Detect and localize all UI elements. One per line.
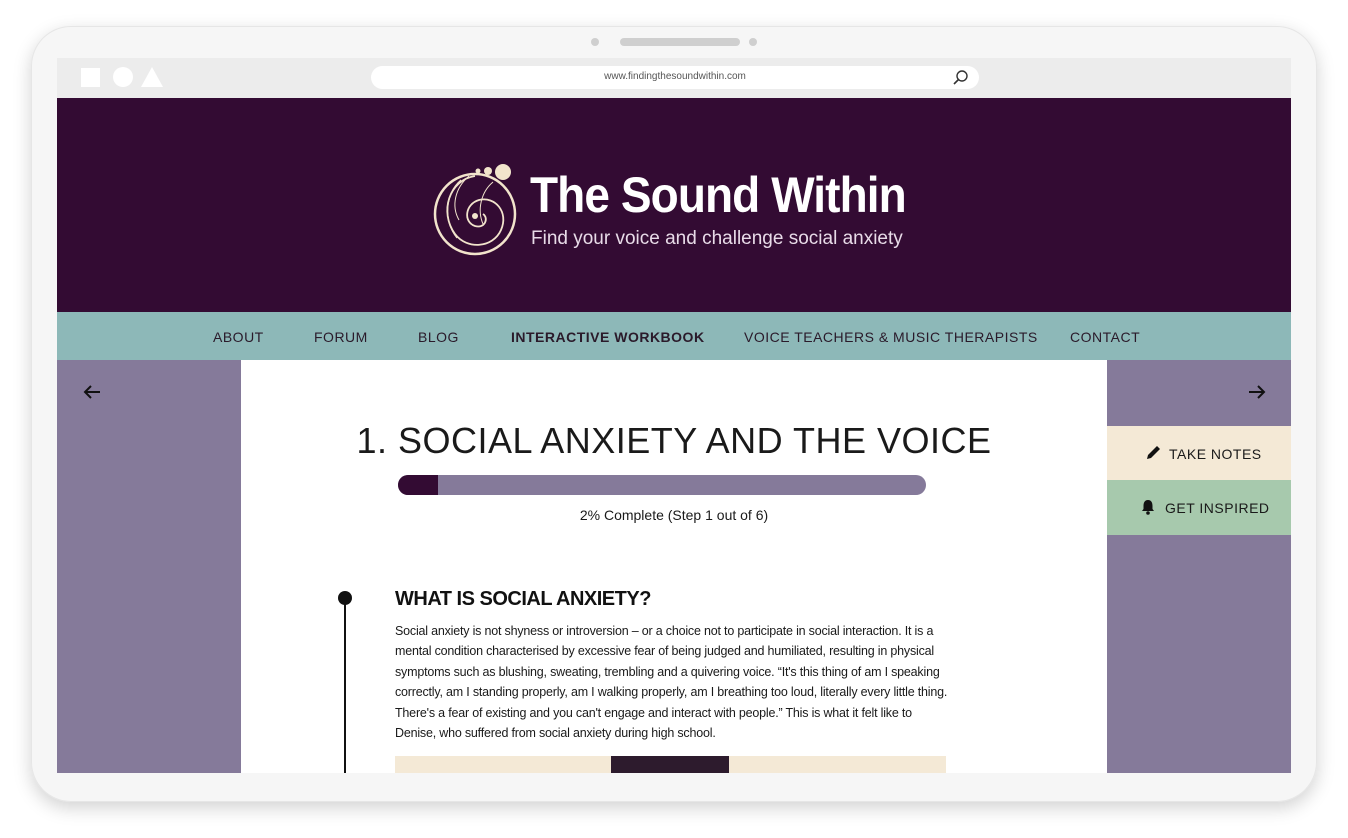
nav-item-voice-teachers[interactable]: VOICE TEACHERS & MUSIC THERAPISTS [744,329,1038,345]
take-notes-label: TAKE NOTES [1169,446,1262,462]
progress-bar-fill [398,475,439,495]
arrow-left-icon[interactable] [81,382,103,402]
circle-shape-icon [113,67,133,87]
nav-item-blog[interactable]: BLOG [418,329,459,345]
media-thumbnail[interactable] [611,756,729,773]
take-notes-button[interactable]: TAKE NOTES [1107,426,1291,481]
progress-text: 2% Complete (Step 1 out of 6) [579,507,769,523]
square-shape-icon [81,68,100,87]
workbook-content: 1. SOCIAL ANXIETY AND THE VOICE 2% Compl… [241,360,1107,773]
timeline-line [344,600,346,773]
sensor-dot [749,38,757,46]
section-body-text: Social anxiety is not shyness or introve… [395,624,948,741]
nav-item-about[interactable]: ABOUT [213,329,264,345]
bell-icon [1142,500,1154,515]
camera-dot [591,38,599,46]
search-icon[interactable] [952,69,969,86]
triangle-shape-icon [141,67,163,87]
speaker-bar [620,38,740,46]
right-sidebar [1107,360,1291,773]
browser-screen: www.findingthesoundwithin.com The Sound … [57,58,1291,773]
main-navigation: ABOUT FORUM BLOG INTERACTIVE WORKBOOK VO… [57,312,1291,360]
left-sidebar [57,360,241,773]
nav-item-forum[interactable]: FORUM [314,329,368,345]
media-banner[interactable] [395,756,946,773]
section-heading: WHAT IS SOCIAL ANXIETY? [395,588,651,610]
nav-item-interactive-workbook[interactable]: INTERACTIVE WORKBOOK [511,329,705,345]
address-bar[interactable]: www.findingthesoundwithin.com [371,66,979,89]
url-text: www.findingthesoundwithin.com [604,71,746,82]
get-inspired-button[interactable]: GET INSPIRED [1107,480,1291,535]
spiral-logo-icon[interactable] [431,154,521,258]
chapter-title: 1. SOCIAL ANXIETY AND THE VOICE [356,420,992,461]
pen-icon [1147,446,1160,459]
progress-bar [398,475,926,495]
get-inspired-label: GET INSPIRED [1165,500,1270,516]
site-tagline: Find your voice and challenge social anx… [531,228,903,249]
browser-toolbar: www.findingthesoundwithin.com [57,58,1291,98]
nav-item-contact[interactable]: CONTACT [1070,329,1140,345]
site-title[interactable]: The Sound Within [530,166,907,224]
arrow-right-icon[interactable] [1246,382,1268,402]
site-header: The Sound Within Find your voice and cha… [57,98,1291,312]
